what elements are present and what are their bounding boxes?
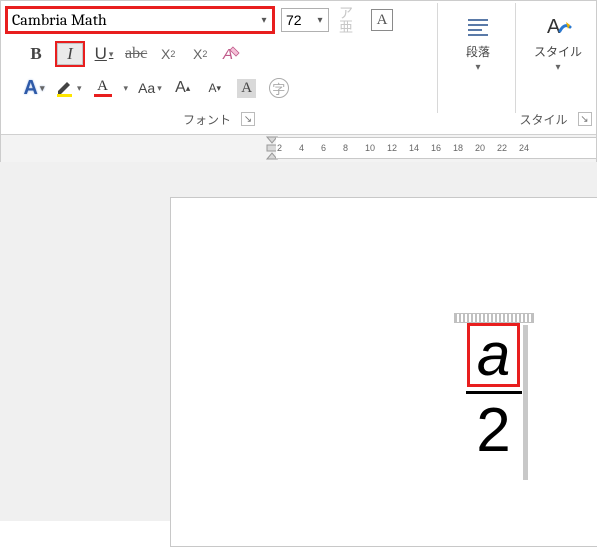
clear-formatting-button[interactable]: A [221,42,243,66]
chevron-down-icon[interactable]: ▾ [312,9,328,31]
chevron-down-icon[interactable]: ▾ [157,83,162,94]
chevron-down-icon[interactable]: ▾ [77,83,82,94]
ribbon-row-3: A▾ ▾ A ▾ Aa▾ A▴ A▾ A 字 [1,69,596,103]
font-name-input[interactable] [8,9,256,31]
group-divider [437,3,438,113]
chevron-down-icon: ▾ [555,62,560,73]
font-color-button[interactable]: A [92,76,114,100]
ruler-area: 24681012141618202224 [1,135,596,163]
phonetic-top: ア [339,6,353,20]
fraction-denominator[interactable]: 2 [468,400,518,462]
chevron-down-icon: ▾ [475,62,480,73]
italic-highlight: I [57,43,83,65]
dialog-launcher-icon[interactable]: ↘ [578,112,592,126]
strikethrough-button[interactable]: abc [125,42,147,66]
font-name-combo[interactable]: ▾ [7,8,273,32]
styles-group-label: スタイル ↘ [515,108,596,130]
equation-fraction: a 2 [466,325,522,462]
document-canvas: a 2 [0,162,597,521]
chevron-down-icon[interactable]: ▾ [256,9,272,31]
ribbon: ▾ ▾ ア 亜 A B I U▾ abc X2 X2 A A▾ ▾ A [1,1,596,135]
phonetic-guide-button: ア 亜 [335,4,357,36]
styles-button[interactable]: A スタイル ▾ [525,13,591,73]
bold-button[interactable]: B [25,42,47,66]
horizontal-ruler[interactable]: 24681012141618202224 [276,137,596,159]
font-size-input[interactable] [282,9,312,31]
chevron-down-icon[interactable]: ▾ [109,49,114,60]
shrink-font-button[interactable]: A▾ [204,76,226,100]
fraction-numerator[interactable]: a [469,325,518,385]
grow-font-button[interactable]: A▴ [172,76,194,100]
paragraph-button[interactable]: 段落 ▾ [449,13,507,73]
character-border-button[interactable]: A [371,9,393,31]
chevron-down-icon[interactable]: ▾ [124,83,129,94]
subscript-button[interactable]: X2 [157,42,179,66]
equation-side-handle[interactable] [523,325,528,480]
font-color-bar [94,94,112,97]
change-case-button[interactable]: Aa▾ [138,76,162,100]
font-size-combo[interactable]: ▾ [281,8,329,32]
paragraph-label: 段落 [466,43,490,60]
highlight-color-button[interactable]: ▾ [55,76,82,100]
styles-button-label: スタイル [534,43,582,60]
styles-icon: A [544,13,572,41]
enclose-characters-button[interactable]: 字 [268,76,290,100]
svg-text:A: A [547,16,561,38]
phonetic-bottom: 亜 [339,20,353,34]
character-shading-button[interactable]: A [236,76,258,100]
superscript-button[interactable]: X2 [189,42,211,66]
font-color-a: A [97,79,108,94]
underline-button[interactable]: U▾ [93,42,115,66]
dialog-launcher-icon[interactable]: ↘ [241,112,255,126]
italic-button[interactable]: I [57,43,83,65]
chevron-down-icon[interactable]: ▾ [40,83,45,94]
page[interactable]: a 2 [170,197,597,547]
equation-object[interactable]: a 2 [451,313,536,462]
font-group-label: フォント ↘ [1,108,437,130]
group-divider [515,3,516,113]
text-effects-button[interactable]: A▾ [23,76,45,100]
fraction-bar [466,391,522,394]
paragraph-icon [464,13,492,41]
